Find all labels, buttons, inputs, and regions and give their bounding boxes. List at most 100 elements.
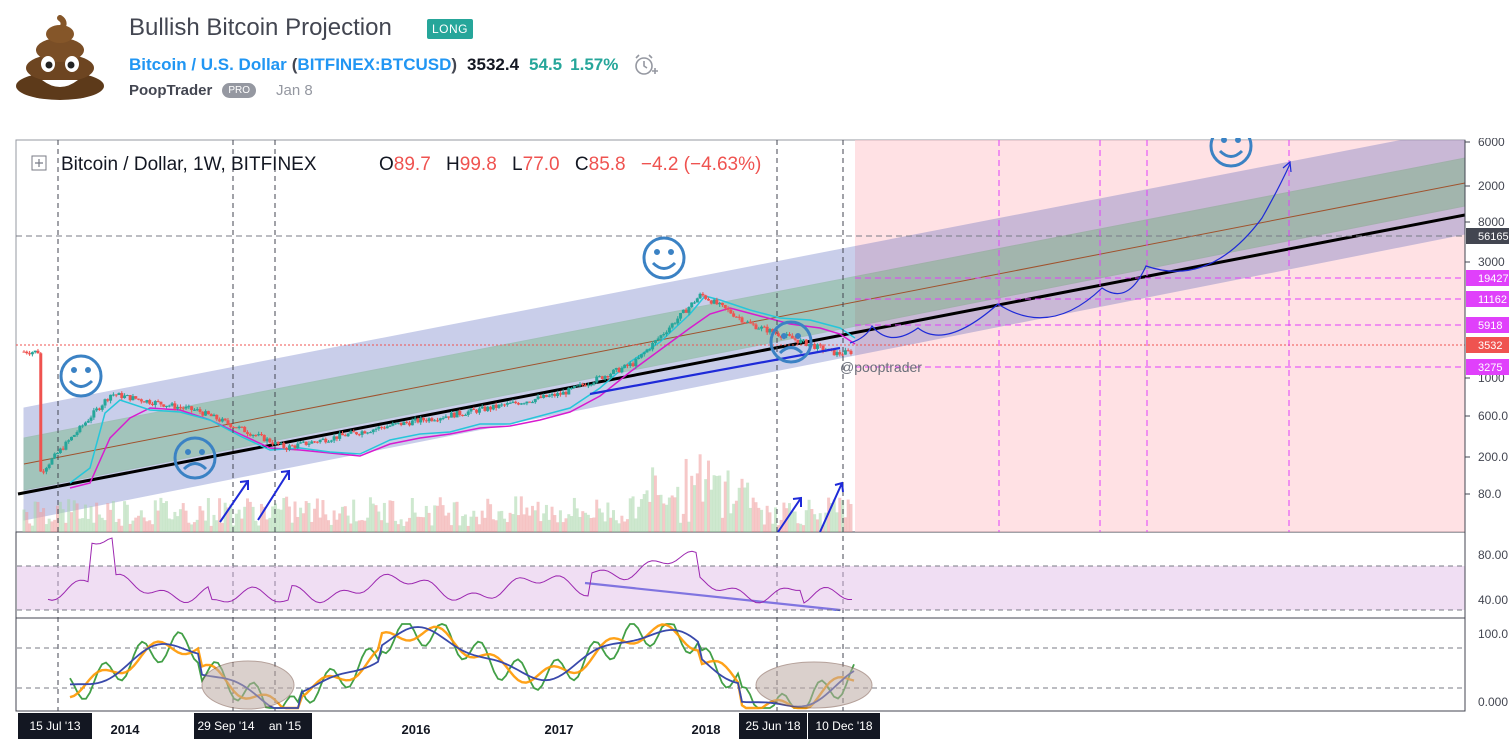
- candle-body: [382, 427, 386, 429]
- candle-body: [511, 401, 515, 403]
- candle-body: [788, 334, 792, 336]
- volume-bar: [475, 516, 479, 532]
- candle-body: [514, 401, 518, 404]
- candle-body: [841, 354, 845, 356]
- volume-bar: [835, 512, 839, 532]
- volume-bar: [145, 521, 149, 532]
- volume-bar: [497, 511, 501, 532]
- candle-body: [603, 376, 607, 379]
- volume-bar: [405, 521, 409, 532]
- volume-bar: [530, 505, 534, 532]
- candle-body: [447, 416, 451, 418]
- candle-body: [47, 464, 51, 469]
- date-marker-text: an '15: [269, 719, 302, 733]
- chart-canvas[interactable]: @pooptrader Bitcoin / Dollar, 1W, BITFIN…: [0, 124, 1509, 744]
- candle-body: [58, 448, 62, 454]
- volume-bar: [676, 486, 680, 532]
- candle-body: [86, 420, 90, 423]
- volume-bar: [301, 513, 305, 532]
- candle-body: [483, 406, 487, 411]
- price-change: 54.5: [529, 55, 563, 74]
- volume-bar: [447, 512, 451, 532]
- volume-bar: [382, 502, 386, 532]
- volume-bar: [424, 505, 428, 532]
- candle-body: [346, 433, 350, 437]
- candle-body: [385, 426, 389, 429]
- candle-body: [282, 443, 286, 448]
- candle-body: [438, 418, 442, 421]
- candle-body: [81, 425, 85, 427]
- volume-bar: [232, 525, 236, 532]
- long-badge: LONG: [427, 19, 474, 39]
- volume-bar: [268, 517, 272, 532]
- candle-body: [491, 404, 495, 410]
- volume-bar: [581, 511, 585, 532]
- poop-avatar-icon[interactable]: [14, 12, 106, 104]
- volume-bar: [92, 522, 96, 532]
- candle-body: [153, 401, 157, 406]
- volume-bar: [271, 506, 275, 532]
- volume-bar: [159, 497, 163, 532]
- price-tick-label: 600.0: [1478, 409, 1508, 423]
- volume-bar: [469, 516, 473, 532]
- price-tick-label: 3000: [1478, 255, 1505, 269]
- volume-bar: [388, 500, 392, 532]
- candle-body: [374, 428, 378, 430]
- symbol-name-link[interactable]: Bitcoin / U.S. Dollar: [129, 55, 287, 75]
- volume-bar: [304, 501, 308, 532]
- candle-body: [83, 422, 87, 426]
- price-label-text: 19427: [1478, 273, 1509, 285]
- legend-change: −4.2 (−4.63%): [641, 154, 761, 175]
- candle-body: [424, 420, 428, 422]
- volume-bar: [765, 505, 769, 532]
- candle-body: [449, 412, 453, 418]
- volume-bar: [290, 522, 294, 532]
- candle-body: [625, 364, 629, 366]
- oversold-highlight[interactable]: [201, 660, 295, 710]
- oversold-highlight[interactable]: [755, 661, 873, 709]
- candle-body: [307, 443, 311, 445]
- author-name-link[interactable]: PoopTrader: [129, 82, 212, 99]
- symbol-exchange-link[interactable]: BITFINEX:BTCUSD: [297, 55, 451, 75]
- candle-body: [726, 308, 730, 310]
- candle-body: [184, 406, 188, 409]
- volume-bar: [645, 490, 649, 532]
- candle-body: [838, 352, 842, 355]
- candle-body: [391, 423, 395, 426]
- candle-body: [684, 309, 688, 313]
- volume-bar: [435, 505, 439, 532]
- volume-bar: [360, 519, 364, 532]
- price-axis[interactable]: 6000200080003000600.0200.080.0100080.004…: [1464, 135, 1509, 711]
- alarm-add-icon[interactable]: [632, 52, 659, 78]
- volume-bar: [477, 524, 481, 532]
- volume-bar: [310, 521, 314, 532]
- candle-body: [544, 394, 548, 397]
- volume-bar: [690, 475, 694, 532]
- candle-body: [497, 404, 501, 408]
- candle-body: [631, 363, 635, 367]
- candle-body: [332, 436, 336, 441]
- volume-bar: [575, 508, 579, 532]
- chart-container[interactable]: @pooptrader Bitcoin / Dollar, 1W, BITFIN…: [0, 124, 1509, 744]
- volume-bar: [257, 525, 261, 532]
- idea-title: Bullish Bitcoin Projection: [129, 14, 392, 41]
- volume-bar: [287, 506, 291, 532]
- volume-bar: [684, 458, 688, 532]
- candle-body: [304, 441, 308, 445]
- candle-body: [276, 441, 280, 445]
- candle-body: [676, 318, 680, 324]
- volume-bar: [762, 524, 766, 532]
- candle-body: [433, 420, 437, 422]
- stoch-tick-label: 0.000: [1478, 695, 1508, 709]
- volume-bar: [396, 524, 400, 532]
- volume-bar: [723, 481, 727, 532]
- candle-body: [757, 328, 761, 330]
- volume-bar: [517, 515, 521, 532]
- candle-body: [843, 350, 847, 355]
- candle-body: [422, 417, 426, 421]
- time-axis[interactable]: 2014 2016 2017 2018 15 Jul '13 29 Sep '14 an …: [18, 713, 880, 739]
- volume-bar: [600, 512, 604, 532]
- volume-bar: [609, 517, 613, 532]
- candle-body: [198, 409, 202, 412]
- candle-body: [525, 401, 529, 404]
